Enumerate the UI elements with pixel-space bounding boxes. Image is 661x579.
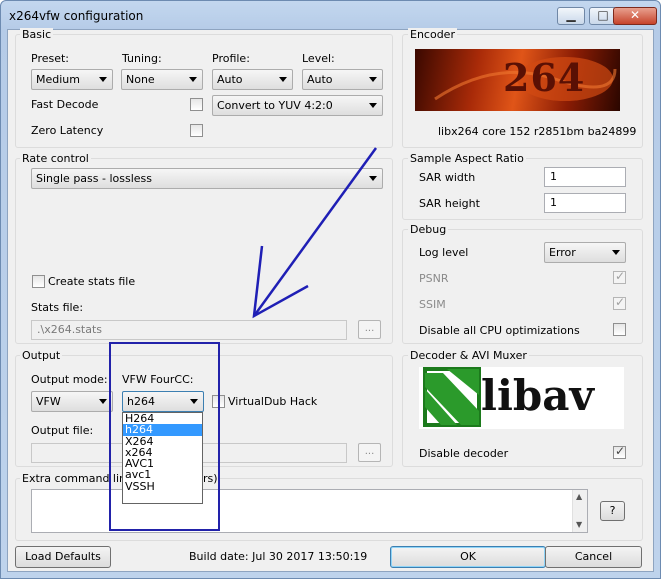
annotation-arrow bbox=[252, 147, 378, 319]
